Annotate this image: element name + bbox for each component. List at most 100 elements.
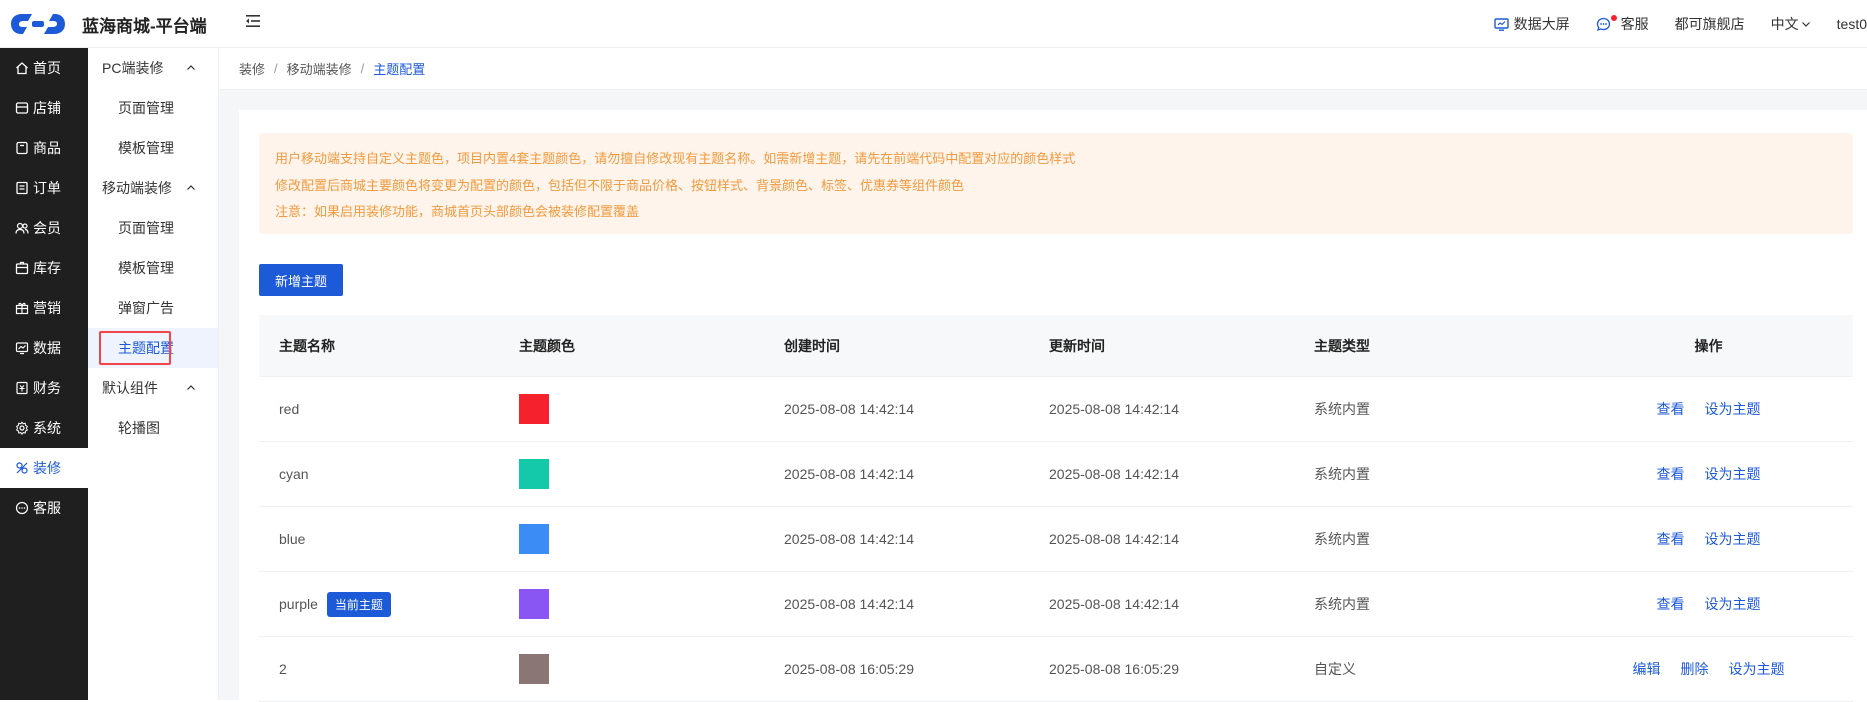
created-time: 2025-08-08 14:42:14 bbox=[784, 466, 914, 482]
sub-group-components[interactable]: 默认组件 bbox=[88, 368, 218, 408]
sub-item-label: 轮播图 bbox=[118, 420, 160, 436]
nav-item-stock[interactable]: 库存 bbox=[0, 248, 88, 288]
sub-item-popup-ads[interactable]: 弹窗广告 bbox=[88, 288, 218, 328]
sub-item-theme-config[interactable]: 主题配置 bbox=[88, 328, 218, 368]
nav-item-system[interactable]: 系统 bbox=[0, 408, 88, 448]
view-link[interactable]: 查看 bbox=[1657, 529, 1685, 549]
nav-label: 首页 bbox=[33, 60, 61, 76]
updated-time: 2025-08-08 16:05:29 bbox=[1049, 661, 1179, 677]
nav-item-goods[interactable]: 商品 bbox=[0, 128, 88, 168]
nav-item-service[interactable]: 客服 bbox=[0, 488, 88, 528]
view-link[interactable]: 查看 bbox=[1657, 594, 1685, 614]
decorate-icon bbox=[16, 462, 28, 474]
table-row: 2 2025-08-08 16:05:29 2025-08-08 16:05:2… bbox=[259, 637, 1853, 702]
set-theme-link[interactable]: 设为主题 bbox=[1705, 529, 1761, 549]
view-link[interactable]: 查看 bbox=[1657, 399, 1685, 419]
app-title: 蓝海商城-平台端 bbox=[82, 17, 207, 36]
theme-name: purple bbox=[279, 596, 318, 612]
column-header: 主题名称 bbox=[279, 337, 335, 354]
theme-type: 系统内置 bbox=[1314, 596, 1370, 612]
menu-fold-icon[interactable] bbox=[244, 12, 262, 30]
color-swatch bbox=[519, 524, 549, 554]
header-actions: 数据大屏 客服 都可旗舰店 中文 test0 bbox=[1493, 0, 1867, 48]
sub-group-pc[interactable]: PC端装修 bbox=[88, 48, 218, 88]
store-icon bbox=[15, 102, 29, 114]
breadcrumb-current: 主题配置 bbox=[373, 62, 426, 77]
order-icon bbox=[16, 181, 28, 195]
service-label: 客服 bbox=[1620, 16, 1649, 32]
sub-item-carousel[interactable]: 轮播图 bbox=[88, 408, 218, 448]
sub-group-label: PC端装修 bbox=[102, 60, 164, 76]
breadcrumb-item[interactable]: 装修 bbox=[239, 59, 265, 78]
breadcrumb-separator: / bbox=[360, 61, 365, 76]
goods-icon bbox=[16, 141, 28, 155]
updated-time: 2025-08-08 14:42:14 bbox=[1049, 531, 1179, 547]
breadcrumb-item[interactable]: 移动端装修 bbox=[287, 59, 352, 78]
highlight-box bbox=[99, 331, 171, 365]
nav-item-decorate[interactable]: 装修 bbox=[0, 448, 88, 488]
user-menu[interactable]: test0 bbox=[1837, 16, 1867, 32]
nav-item-finance[interactable]: 财务 bbox=[0, 368, 88, 408]
store-switch[interactable]: 都可旗舰店 bbox=[1675, 14, 1745, 34]
current-theme-badge: 当前主题 bbox=[326, 591, 391, 617]
color-swatch bbox=[519, 459, 549, 489]
nav-item-order[interactable]: 订单 bbox=[0, 168, 88, 208]
theme-name: cyan bbox=[279, 466, 309, 482]
sub-item-pc-pages[interactable]: 页面管理 bbox=[88, 88, 218, 128]
updated-time: 2025-08-08 14:42:14 bbox=[1049, 466, 1179, 482]
set-theme-link[interactable]: 设为主题 bbox=[1729, 659, 1785, 679]
language-select[interactable]: 中文 bbox=[1771, 14, 1811, 34]
nav-item-data[interactable]: 数据 bbox=[0, 328, 88, 368]
settings-icon bbox=[15, 421, 28, 435]
nav-item-store[interactable]: 店铺 bbox=[0, 88, 88, 128]
column-header: 创建时间 bbox=[784, 337, 840, 354]
theme-type: 自定义 bbox=[1314, 661, 1356, 677]
chevron-up-icon bbox=[187, 65, 195, 70]
column-header: 更新时间 bbox=[1049, 337, 1105, 354]
theme-type: 系统内置 bbox=[1314, 401, 1370, 417]
sub-item-label: 模板管理 bbox=[118, 140, 174, 156]
color-swatch bbox=[519, 654, 549, 684]
nav-item-home[interactable]: 首页 bbox=[0, 48, 88, 88]
nav-label: 客服 bbox=[33, 500, 61, 516]
set-theme-link[interactable]: 设为主题 bbox=[1705, 399, 1761, 419]
nav-label: 数据 bbox=[33, 340, 61, 356]
column-header: 操作 bbox=[1694, 337, 1723, 354]
service-icon-wrap bbox=[1596, 14, 1617, 32]
created-time: 2025-08-08 14:42:14 bbox=[784, 401, 914, 417]
nav-item-member[interactable]: 会员 bbox=[0, 208, 88, 248]
color-swatch bbox=[519, 394, 549, 424]
notification-dot bbox=[1610, 14, 1617, 21]
theme-type: 系统内置 bbox=[1314, 531, 1370, 547]
top-header: 蓝海商城-平台端 数据大屏 客服 都可旗舰店 中文 test0 bbox=[0, 0, 1867, 48]
sub-item-mobile-pages[interactable]: 页面管理 bbox=[88, 208, 218, 248]
set-theme-link[interactable]: 设为主题 bbox=[1705, 594, 1761, 614]
store-label: 都可旗舰店 bbox=[1674, 16, 1745, 32]
sub-group-mobile[interactable]: 移动端装修 bbox=[88, 168, 218, 208]
add-theme-button[interactable]: 新增主题 bbox=[259, 264, 343, 296]
nav-label: 系统 bbox=[33, 420, 61, 436]
nav-label: 订单 bbox=[33, 180, 61, 196]
dashboard-link[interactable]: 数据大屏 bbox=[1493, 14, 1570, 34]
notice-line: 注意：如果启用装修功能，商城首页头部颜色会被装修配置覆盖 bbox=[275, 204, 640, 219]
nav-item-marketing[interactable]: 营销 bbox=[0, 288, 88, 328]
sub-item-pc-templates[interactable]: 模板管理 bbox=[88, 128, 218, 168]
dashboard-label: 数据大屏 bbox=[1513, 16, 1570, 32]
set-theme-link[interactable]: 设为主题 bbox=[1705, 464, 1761, 484]
column-header: 主题颜色 bbox=[519, 337, 575, 354]
view-link[interactable]: 查看 bbox=[1657, 464, 1685, 484]
delete-link[interactable]: 删除 bbox=[1681, 659, 1709, 679]
sub-item-mobile-templates[interactable]: 模板管理 bbox=[88, 248, 218, 288]
nav-label: 商品 bbox=[33, 140, 61, 156]
stock-icon bbox=[15, 261, 29, 275]
table-row: purple 当前主题 2025-08-08 14:42:14 2025-08-… bbox=[259, 572, 1853, 637]
sub-group-label: 移动端装修 bbox=[102, 180, 172, 196]
finance-icon bbox=[16, 381, 28, 395]
notice-box: 用户移动端支持自定义主题色，项目内置4套主题颜色，请勿擅自修改现有主题名称。如需… bbox=[259, 133, 1853, 234]
service-link[interactable]: 客服 bbox=[1596, 14, 1649, 34]
nav-label: 会员 bbox=[33, 220, 61, 236]
breadcrumb-separator: / bbox=[274, 61, 278, 76]
table-row: blue 2025-08-08 14:42:14 2025-08-08 14:4… bbox=[259, 507, 1853, 572]
edit-link[interactable]: 编辑 bbox=[1633, 659, 1661, 679]
chevron-up-icon bbox=[187, 385, 195, 390]
